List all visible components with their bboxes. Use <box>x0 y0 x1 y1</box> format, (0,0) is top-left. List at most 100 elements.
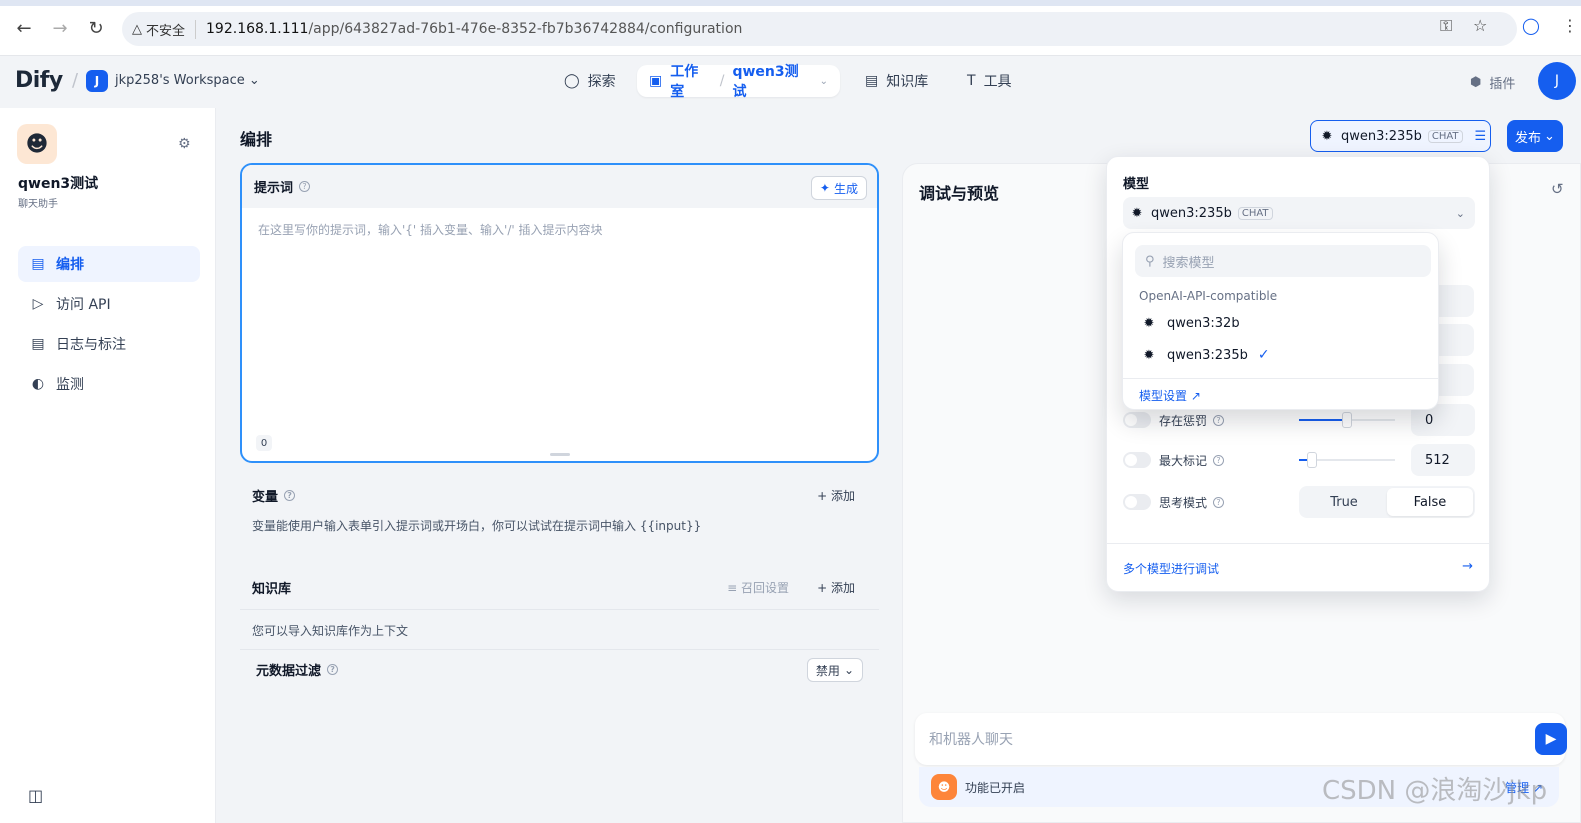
option-false[interactable]: False <box>1387 488 1473 516</box>
slider-knob[interactable] <box>1307 452 1318 468</box>
help-icon[interactable]: ? <box>327 664 339 675</box>
model-option-label: qwen3:235b <box>1167 347 1248 363</box>
back-icon[interactable]: ← <box>10 14 38 42</box>
param-slider[interactable] <box>1299 412 1395 428</box>
model-select-value: qwen3:235b <box>1151 205 1232 221</box>
param-label: 最大标记 <box>1159 453 1208 468</box>
model-selector-trigger[interactable]: ✹ qwen3:235b CHAT ☰ <box>1310 120 1491 152</box>
check-icon: ✓ <box>1257 347 1270 363</box>
thinking-mode-switch: True False <box>1299 486 1475 518</box>
key-icon[interactable]: ⚿ <box>1440 16 1452 36</box>
nav-knowledge[interactable]: ▤ 知识库 <box>853 65 940 97</box>
model-select[interactable]: ✹ qwen3:235b CHAT ⌄ <box>1123 197 1475 229</box>
param-label: 思考模式 <box>1159 495 1208 510</box>
model-option[interactable]: ✹ qwen3:235b ✓ <box>1135 340 1431 370</box>
divider <box>1107 543 1489 544</box>
forward-icon[interactable]: → <box>46 14 74 42</box>
document-icon: ▤ <box>31 336 45 352</box>
prompt-placeholder[interactable]: 在这里写你的提示词，输入'{' 插入变量、输入'/' 插入提示内容块 <box>258 221 603 238</box>
sidebar-item-logs[interactable]: ▤ 日志与标注 <box>18 326 200 362</box>
help-icon[interactable]: ? <box>299 181 311 192</box>
search-placeholder: 搜索模型 <box>1162 255 1215 271</box>
more-icon[interactable]: ⋮ <box>1562 16 1578 35</box>
user-avatar[interactable]: J <box>1538 62 1576 100</box>
tab-strip <box>0 0 1581 6</box>
model-option-label: qwen3:32b <box>1167 315 1240 331</box>
refresh-icon[interactable]: ↺ <box>1551 180 1564 198</box>
nav-studio[interactable]: ▣ 工作室 / qwen3测试 ⌄ <box>637 64 840 100</box>
nav-knowledge-label: 知识库 <box>886 74 929 90</box>
book-icon: ▤ <box>865 73 879 89</box>
chat-placeholder: 和机器人聊天 <box>929 732 1013 748</box>
model-option[interactable]: ✹ qwen3:32b <box>1135 308 1431 338</box>
param-value-input[interactable]: 512 <box>1411 444 1475 476</box>
model-icon: ✹ <box>1131 205 1143 221</box>
url-text[interactable]: 192.168.1.111/app/643827ad-76b1-476e-835… <box>206 21 742 37</box>
sparkle-icon: ✦ <box>819 181 830 195</box>
model-mode-badge: CHAT <box>1237 206 1273 220</box>
param-toggle[interactable] <box>1123 412 1151 428</box>
app-avatar: ☻ <box>17 124 57 164</box>
app-sidebar: ☻ ⚙ qwen3测试 聊天助手 ▤ 编排 ▷ 访问 API ▤ 日志与标注 ◐… <box>0 108 216 823</box>
variables-description: 变量能使用户输入表单引入提示词或开场白，你可以试试在提示词中输入 {{input… <box>252 519 702 533</box>
resize-handle[interactable] <box>550 453 570 456</box>
model-settings-link[interactable]: 模型设置 ↗ <box>1139 387 1201 404</box>
sidebar-item-orchestrate[interactable]: ▤ 编排 <box>18 246 200 282</box>
workspace-name: jkp258's Workspace <box>115 73 245 88</box>
add-variable-button[interactable]: + 添加 <box>817 487 855 504</box>
app-header: Dify / J jkp258's Workspace ⌄ ◯ 探索 ▣ 工作室… <box>0 56 1581 108</box>
reload-icon[interactable]: ↻ <box>82 14 110 42</box>
model-icon: ✹ <box>1143 347 1155 363</box>
nav-tools[interactable]: Τ 工具 <box>955 65 1024 97</box>
metadata-filter-row: 元数据过滤 ? 禁用 ⌄ <box>240 649 879 689</box>
sidebar-collapse-icon[interactable]: ◫ <box>28 786 43 805</box>
add-knowledge-button[interactable]: + 添加 <box>817 579 855 596</box>
publish-label: 发布 <box>1515 130 1542 146</box>
multi-model-debug-link[interactable]: 多个模型进行调试 <box>1123 560 1219 577</box>
arrow-right-icon[interactable]: → <box>1462 559 1473 574</box>
sliders-icon: ☰ <box>1474 128 1487 144</box>
breadcrumb-divider: / <box>72 70 79 91</box>
sidebar-item-monitor[interactable]: ◐ 监测 <box>18 366 200 402</box>
app-type: 聊天助手 <box>18 199 58 210</box>
warning-icon: △ <box>132 21 142 37</box>
param-toggle[interactable] <box>1123 452 1151 468</box>
model-search-input[interactable]: ⚲ 搜索模型 <box>1135 245 1431 277</box>
nav-explore[interactable]: ◯ 探索 <box>552 65 628 97</box>
model-dropdown: ⚲ 搜索模型 OpenAI-API-compatible ✹ qwen3:32b… <box>1122 232 1439 410</box>
metadata-filter-select[interactable]: 禁用 ⌄ <box>806 658 863 682</box>
dify-logo[interactable]: Dify <box>15 68 63 93</box>
prompt-label: 提示词 <box>254 181 294 196</box>
insecure-indicator[interactable]: △ 不安全 <box>132 19 197 39</box>
chat-input[interactable]: 和机器人聊天 <box>915 713 1565 765</box>
param-slider[interactable] <box>1299 452 1395 468</box>
help-icon[interactable]: ? <box>1213 454 1225 466</box>
debug-title: 调试与预览 <box>919 184 1000 203</box>
sidebar-item-api[interactable]: ▷ 访问 API <box>18 286 200 322</box>
search-icon: ⚲ <box>1145 253 1155 269</box>
help-icon[interactable]: ? <box>284 489 296 501</box>
param-toggle[interactable] <box>1123 494 1151 510</box>
chevron-down-icon: ⌄ <box>1455 206 1465 220</box>
plugins-button[interactable]: ⬢ 插件 <box>1470 73 1515 92</box>
profile-icon[interactable]: ◯ <box>1522 16 1540 35</box>
help-icon[interactable]: ? <box>1213 496 1225 508</box>
workspace-switcher[interactable]: jkp258's Workspace ⌄ <box>115 73 260 88</box>
nav-app-name[interactable]: qwen3测试 <box>732 61 811 101</box>
help-icon[interactable]: ? <box>1213 414 1225 426</box>
option-true[interactable]: True <box>1301 488 1387 516</box>
address-bar[interactable]: △ 不安全 192.168.1.111/app/643827ad-76b1-47… <box>122 12 1517 46</box>
publish-button[interactable]: 发布 ⌄ <box>1507 120 1563 152</box>
settings-icon: ≡ <box>727 581 738 595</box>
star-icon[interactable]: ☆ <box>1473 16 1487 35</box>
provider-label: OpenAI-API-compatible <box>1139 289 1278 303</box>
slider-knob[interactable] <box>1342 412 1352 428</box>
generate-button[interactable]: ✦ 生成 <box>810 176 867 200</box>
workspace-avatar[interactable]: J <box>86 70 108 92</box>
send-button[interactable]: ▶ <box>1535 723 1567 755</box>
prompt-editor[interactable]: 提示词 ? ✦ 生成 在这里写你的提示词，输入'{' 插入变量、输入'/' 插入… <box>240 163 879 463</box>
recall-settings-button[interactable]: ≡ 召回设置 <box>727 579 789 596</box>
app-settings-icon[interactable]: ⚙ <box>178 136 191 152</box>
gauge-icon: ◐ <box>31 376 45 392</box>
chevron-down-icon: ⌄ <box>819 75 828 87</box>
